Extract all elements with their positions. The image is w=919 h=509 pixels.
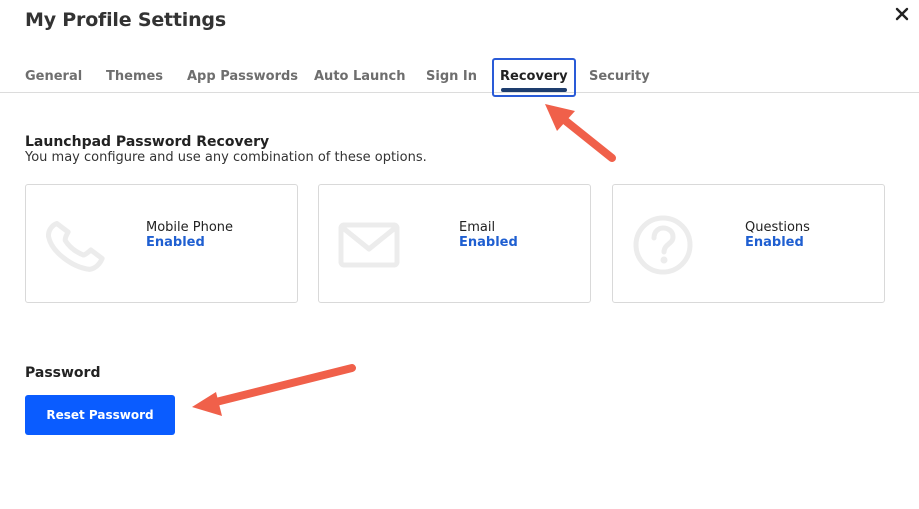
tab-general[interactable]: General (25, 58, 82, 92)
close-icon[interactable] (893, 5, 911, 23)
recovery-option-questions[interactable]: Questions Enabled (612, 184, 885, 303)
page-title: My Profile Settings (25, 9, 226, 31)
recovery-option-email[interactable]: Email Enabled (318, 184, 591, 303)
recovery-option-mobile-phone[interactable]: Mobile Phone Enabled (25, 184, 298, 303)
tab-recovery-label: Recovery (500, 69, 568, 84)
password-section-title: Password (25, 365, 101, 381)
option-status: Enabled (459, 235, 518, 250)
tab-bar: General Themes App Passwords Auto Launch… (0, 58, 919, 97)
recovery-section-title: Launchpad Password Recovery (25, 134, 270, 150)
question-icon (633, 215, 693, 275)
reset-password-button[interactable]: Reset Password (25, 395, 175, 435)
active-tab-indicator (501, 88, 567, 92)
tab-sign-in[interactable]: Sign In (426, 58, 477, 92)
tab-app-passwords[interactable]: App Passwords (187, 58, 298, 92)
option-status: Enabled (146, 235, 205, 250)
envelope-icon (338, 222, 400, 268)
option-status: Enabled (745, 235, 804, 250)
option-label: Mobile Phone (146, 220, 234, 235)
annotation-arrow-reset (192, 364, 356, 416)
option-label: Email (459, 220, 496, 235)
recovery-section-subtitle: You may configure and use any combinatio… (25, 150, 427, 165)
tab-security[interactable]: Security (589, 58, 650, 92)
tab-themes[interactable]: Themes (106, 58, 163, 92)
phone-icon (46, 220, 105, 272)
option-label: Questions (745, 220, 810, 235)
tab-recovery[interactable]: Recovery (492, 58, 576, 97)
annotation-arrow-recovery (545, 104, 616, 162)
tab-auto-launch[interactable]: Auto Launch (314, 58, 406, 92)
